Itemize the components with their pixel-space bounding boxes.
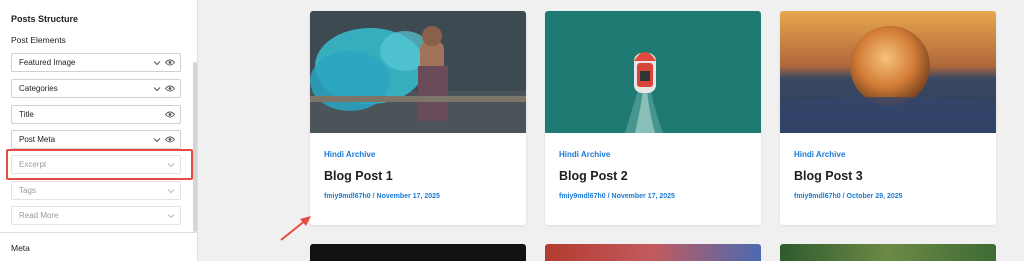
post-category[interactable]: Hindi Archive [324,150,375,159]
featured-image[interactable] [545,11,761,133]
featured-image[interactable] [780,11,996,133]
element-label: Tags [19,186,36,195]
settings-sidebar: Posts Structure Post Elements Featured I… [0,0,198,261]
preview-canvas: Hindi Archive Blog Post 1 fmiy9mdl67h0 /… [199,0,1024,261]
element-label: Read More [19,211,59,220]
divider [0,232,198,233]
chevron-down-icon[interactable] [153,86,161,92]
section-title: Posts Structure [11,14,79,24]
element-row-categories[interactable]: Categories [11,79,181,98]
post-card-partial[interactable] [545,244,761,261]
chevron-down-icon[interactable] [153,60,161,66]
element-label: Categories [19,84,58,93]
post-category[interactable]: Hindi Archive [794,150,845,159]
post-meta[interactable]: fmiy9mdl67h0 / October 29, 2025 [794,193,903,200]
element-row-tags[interactable]: Tags [11,181,181,200]
eye-icon[interactable] [165,136,175,143]
post-meta[interactable]: fmiy9mdl67h0 / November 17, 2025 [559,193,675,200]
eye-icon[interactable] [165,85,175,92]
post-card-partial[interactable] [310,244,526,261]
post-card[interactable]: Hindi Archive Blog Post 3 fmiy9mdl67h0 /… [780,11,996,225]
element-label: Title [19,110,34,119]
element-label: Featured Image [19,58,76,67]
post-category[interactable]: Hindi Archive [559,150,610,159]
post-card[interactable]: Hindi Archive Blog Post 2 fmiy9mdl67h0 /… [545,11,761,225]
post-elements-label: Post Elements [11,35,66,45]
arrow-annotation-icon [278,213,314,248]
element-row-post-meta[interactable]: Post Meta [11,130,181,149]
post-meta[interactable]: fmiy9mdl67h0 / November 17, 2025 [324,193,440,200]
post-card[interactable]: Hindi Archive Blog Post 1 fmiy9mdl67h0 /… [310,11,526,225]
meta-section-label: Meta [11,243,30,253]
chevron-down-icon[interactable] [167,188,175,194]
post-title[interactable]: Blog Post 2 [559,169,628,183]
post-title[interactable]: Blog Post 1 [324,169,393,183]
post-title[interactable]: Blog Post 3 [794,169,863,183]
element-row-read-more[interactable]: Read More [11,206,181,225]
eye-icon[interactable] [165,111,175,118]
element-label: Post Meta [19,135,56,144]
scrollbar[interactable] [193,62,197,232]
element-row-featured-image[interactable]: Featured Image [11,53,181,72]
featured-image[interactable] [310,11,526,133]
chevron-down-icon[interactable] [153,137,161,143]
chevron-down-icon[interactable] [167,213,175,219]
eye-icon[interactable] [165,59,175,66]
post-card-partial[interactable] [780,244,996,261]
element-row-title[interactable]: Title [11,105,181,124]
highlight-box [6,149,193,180]
